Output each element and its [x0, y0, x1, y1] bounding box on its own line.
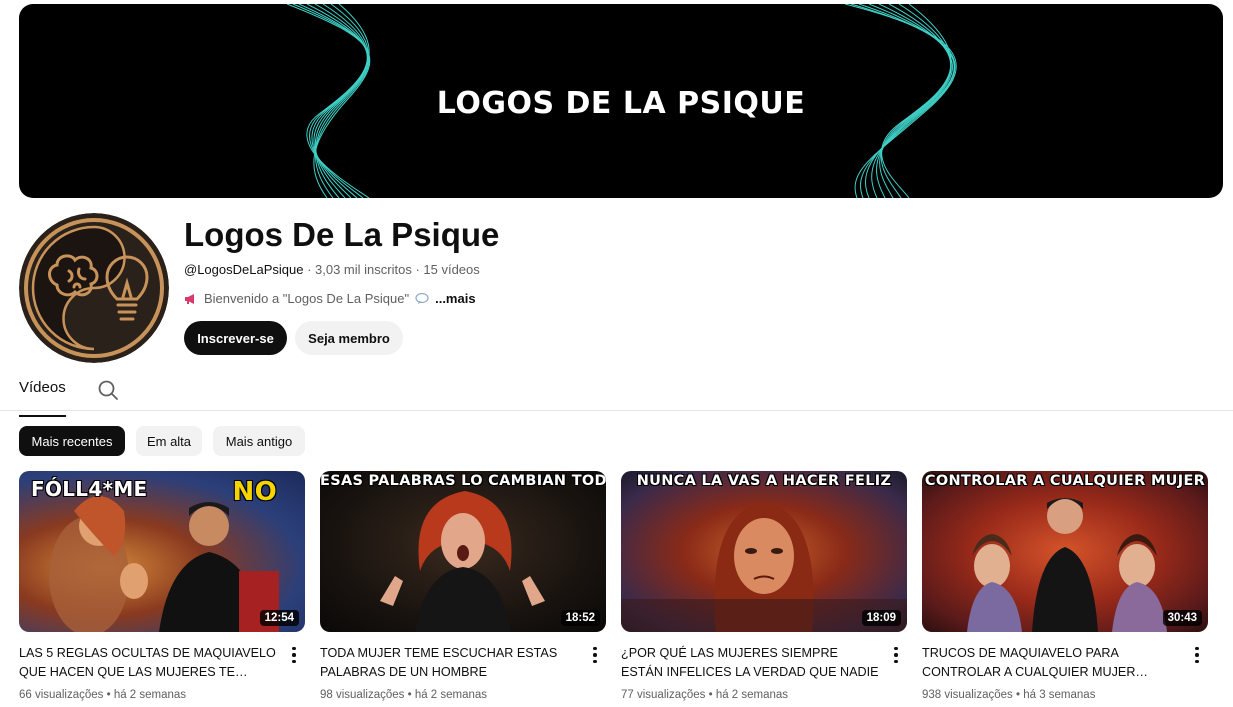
video-meta: 66 visualizações • há 2 semanas: [19, 689, 187, 701]
more-vert-icon[interactable]: [1189, 644, 1205, 666]
video-views: 77 visualizações: [621, 689, 706, 701]
video-age: há 2 semanas: [715, 689, 789, 701]
video-meta: 98 visualizações • há 2 semanas: [320, 689, 488, 701]
more-vert-icon[interactable]: [587, 644, 603, 666]
chip-most-recent[interactable]: Mais recentes: [19, 426, 125, 456]
more-vert-icon[interactable]: [888, 644, 904, 666]
channel-handle[interactable]: @LogosDeLaPsique: [184, 262, 303, 277]
video-age: há 3 semanas: [1023, 689, 1096, 701]
video-views: 66 visualizações: [19, 689, 104, 701]
video-meta: 938 visualizações • há 3 semanas: [922, 689, 1096, 701]
video-count: 15 vídeos: [423, 262, 480, 277]
thumbnail-caption: ESAS PALABRAS LO CAMBIAN TODO: [320, 473, 606, 489]
channel-tabs: Vídeos: [0, 372, 1233, 417]
channel-name: Logos De La Psique: [184, 216, 500, 253]
video-duration: 12:54: [259, 610, 299, 626]
video-meta: 77 visualizações • há 2 semanas: [621, 689, 789, 701]
banner-title: LOGOS DE LA PSIQUE: [436, 86, 806, 121]
video-duration: 18:09: [861, 610, 901, 626]
video-title[interactable]: ¿POR QUÉ LAS MUJERES SIEMPRE ESTÁN INFEL…: [621, 644, 883, 682]
thumbnail-art: [967, 498, 1167, 632]
thumbnail-caption: NUNCA LA VAS A HACER FELIZ: [636, 473, 892, 489]
video-duration: 18:52: [560, 610, 600, 626]
chip-oldest[interactable]: Mais antigo: [213, 426, 305, 456]
join-member-button[interactable]: Seja membro: [295, 321, 403, 355]
channel-banner: LOGOS DE LA PSIQUE: [19, 4, 1223, 198]
tab-videos[interactable]: Vídeos: [19, 379, 66, 417]
speech-bubble-icon: [415, 292, 429, 304]
video-views: 98 visualizações: [320, 689, 405, 701]
meta-separator: ·: [303, 262, 316, 277]
video-title[interactable]: LAS 5 REGLAS OCULTAS DE MAQUIAVELO QUE H…: [19, 644, 281, 682]
video-title[interactable]: TRUCOS DE MAQUIAVELO PARA CONTROLAR A CU…: [922, 644, 1184, 682]
video-card[interactable]: ESAS PALABRAS LO CAMBIAN TODO 18:52 TODA…: [320, 471, 606, 701]
video-thumbnail[interactable]: NUNCA LA VAS A HACER FELIZ 18:09: [621, 471, 907, 632]
thumbnail-caption: CONTROLAR A CUALQUIER MUJER: [924, 473, 1206, 489]
video-thumbnail[interactable]: ESAS PALABRAS LO CAMBIAN TODO 18:52: [320, 471, 606, 632]
subscriber-count: 3,03 mil inscritos: [315, 262, 412, 277]
video-age: há 2 semanas: [414, 689, 488, 701]
description-text: Bienvenido a "Logos De La Psique": [204, 291, 410, 306]
video-age: há 2 semanas: [113, 689, 187, 701]
subscribe-button[interactable]: Inscrever-se: [184, 321, 287, 355]
video-card[interactable]: FÓLL4*ME NO 12:54 LAS 5 REGLAS OCULTAS D…: [19, 471, 305, 701]
video-thumbnail[interactable]: FÓLL4*ME NO 12:54: [19, 471, 305, 632]
chip-popular[interactable]: Em alta: [136, 426, 202, 456]
video-thumbnail[interactable]: CONTROLAR A CUALQUIER MUJER 30:43: [922, 471, 1208, 632]
video-card[interactable]: NUNCA LA VAS A HACER FELIZ 18:09 ¿POR QU…: [621, 471, 907, 701]
thumbnail-art: [621, 502, 907, 632]
meta-separator: ·: [411, 262, 424, 277]
more-link[interactable]: ...mais: [435, 291, 475, 306]
channel-description[interactable]: Bienvenido a "Logos De La Psique" ...mai…: [184, 291, 476, 306]
channel-avatar[interactable]: [19, 213, 169, 363]
more-vert-icon[interactable]: [286, 644, 302, 666]
video-views: 938 visualizações: [922, 689, 1013, 701]
video-title[interactable]: TODA MUJER TEME ESCUCHAR ESTAS PALABRAS …: [320, 644, 582, 682]
thumbnail-art: [380, 491, 545, 632]
avatar-logo-icon: [19, 213, 169, 363]
channel-meta: @LogosDeLaPsique · 3,03 mil inscritos · …: [184, 262, 480, 277]
megaphone-icon: [185, 293, 194, 304]
search-icon[interactable]: [96, 378, 120, 402]
video-card[interactable]: CONTROLAR A CUALQUIER MUJER 30:43 TRUCOS…: [922, 471, 1208, 701]
video-duration: 30:43: [1162, 610, 1202, 626]
thumbnail-caption-accent: NO: [232, 477, 277, 507]
